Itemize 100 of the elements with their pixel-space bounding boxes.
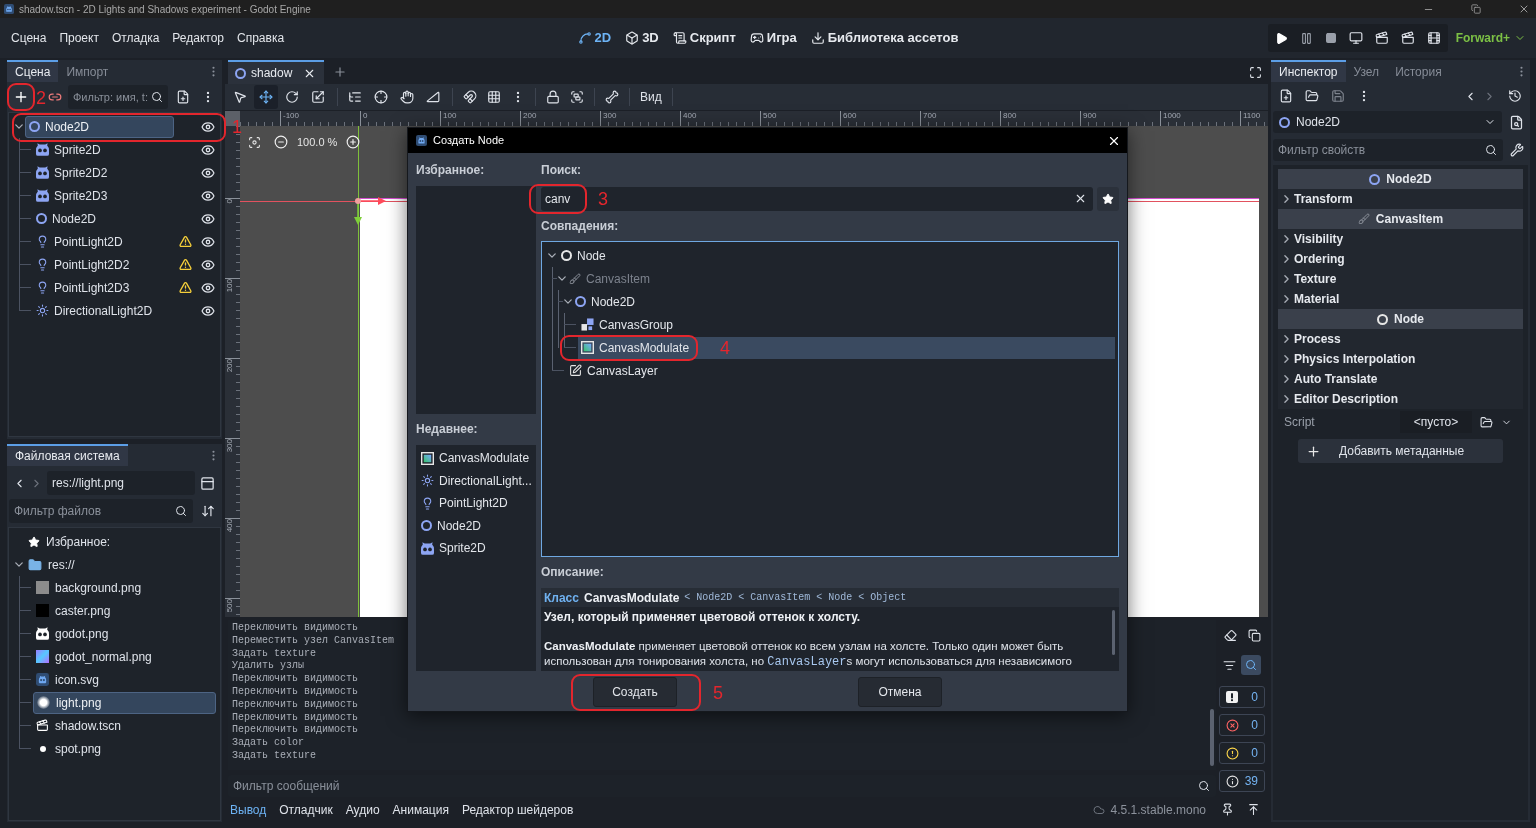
chevron-down-icon[interactable]	[548, 253, 556, 258]
eye-icon[interactable]	[201, 142, 215, 157]
group-icon[interactable]	[570, 90, 584, 104]
close-icon[interactable]	[1518, 3, 1530, 15]
dock-tab[interactable]: Файловая система	[7, 444, 128, 466]
tree-item[interactable]: godot_normal.png	[33, 645, 155, 668]
property-group[interactable]: Auto Translate	[1278, 369, 1523, 389]
clapperboard-icon[interactable]	[1400, 31, 1415, 45]
chevron-right-icon[interactable]	[1283, 255, 1289, 263]
view-menu[interactable]: Вид	[635, 86, 667, 108]
tree-item[interactable]: CanvasLayer	[566, 359, 661, 382]
folder-open-icon[interactable]	[1305, 89, 1319, 103]
dialog-button[interactable]: Отмена	[858, 677, 942, 707]
eye-icon[interactable]	[201, 234, 215, 249]
property-group[interactable]: Visibility	[1278, 229, 1523, 249]
filter-field[interactable]: Фильтр свойств	[1273, 139, 1503, 161]
message-filter-button[interactable]: 0	[1219, 714, 1265, 736]
workspace-tab[interactable]: Библиотека ассетов	[810, 28, 959, 48]
list-item[interactable]: Node2D	[419, 514, 482, 537]
tree-item[interactable]: spot.png	[33, 737, 105, 760]
chevron-right-icon[interactable]	[1283, 295, 1289, 303]
tree-item[interactable]: PointLight2D	[33, 230, 126, 253]
tree-item[interactable]: Node2D	[33, 207, 100, 230]
dock-tab[interactable]: Сцена	[7, 60, 59, 82]
tree-item[interactable]: Sprite2D	[33, 138, 104, 161]
object-selector[interactable]: Node2D	[1273, 111, 1502, 133]
pin-icon[interactable]	[1221, 803, 1234, 816]
panel-tab[interactable]: Анимация	[392, 800, 449, 819]
filter-field[interactable]: Фильтр: имя, t:	[68, 85, 168, 109]
arrow-up-to-line-icon[interactable]	[1247, 803, 1260, 816]
bone-icon[interactable]	[605, 90, 619, 104]
chevron-right-icon[interactable]	[1283, 335, 1289, 343]
tree-item[interactable]: Node2D	[25, 115, 174, 138]
tree-item[interactable]: Sprite2D3	[33, 184, 111, 207]
tree-item[interactable]: PointLight2D2	[33, 253, 133, 276]
property-value[interactable]: <пусто>	[1400, 411, 1472, 433]
panel-tab[interactable]: Редактор шейдеров	[461, 800, 574, 819]
chain-link-icon[interactable]	[48, 90, 62, 104]
warning-icon[interactable]	[178, 235, 192, 248]
scene-tab[interactable]: shadow	[228, 60, 325, 84]
folder-open-icon[interactable]	[1480, 415, 1493, 429]
clear-icon[interactable]	[1074, 192, 1087, 205]
workspace-tab[interactable]: Скрипт	[672, 28, 736, 48]
eye-icon[interactable]	[201, 280, 215, 295]
chevron-right-icon[interactable]	[1283, 375, 1289, 383]
copy-icon[interactable]	[1247, 628, 1261, 642]
property-group[interactable]: Physics Interpolation	[1278, 349, 1523, 369]
message-filter-button[interactable]: 0	[1219, 742, 1265, 764]
wrench-icon[interactable]	[1510, 143, 1524, 157]
menu-item[interactable]: Редактор	[172, 29, 224, 47]
zoom-in-icon[interactable]	[346, 135, 361, 150]
menu-item[interactable]: Отладка	[111, 29, 160, 47]
menu-item[interactable]: Проект	[59, 29, 99, 47]
renderer-dropdown[interactable]: Forward+	[1455, 29, 1526, 47]
dialog-button[interactable]: Создать	[593, 677, 677, 707]
dock-tab[interactable]: Инспектор	[1271, 60, 1346, 82]
chevron-right-icon[interactable]	[1283, 235, 1289, 243]
tree-item[interactable]: PointLight2D3	[33, 276, 133, 299]
fullscreen-icon[interactable]	[1249, 66, 1262, 79]
panel-tab[interactable]: Отладчик	[279, 800, 333, 819]
tree-item[interactable]: caster.png	[33, 599, 114, 622]
menu-item[interactable]: Сцена	[11, 29, 47, 47]
file-plus-icon[interactable]	[1279, 89, 1293, 103]
list-item[interactable]: DirectionalLight...	[419, 469, 532, 492]
file-plus-icon[interactable]	[176, 90, 190, 104]
eye-icon[interactable]	[201, 188, 215, 203]
save-icon[interactable]	[1331, 89, 1345, 103]
center-view-icon[interactable]	[248, 135, 261, 149]
favorite-button[interactable]	[1097, 187, 1119, 211]
tree-item[interactable]: background.png	[33, 576, 145, 599]
warning-icon[interactable]	[178, 258, 192, 271]
grid-icon[interactable]	[487, 90, 501, 104]
magnet-icon[interactable]	[463, 90, 477, 104]
message-filter-button[interactable]: 39	[1219, 770, 1265, 792]
list-item[interactable]: Sprite2D	[419, 537, 486, 560]
property-group[interactable]: Process	[1278, 329, 1523, 349]
eye-icon[interactable]	[201, 257, 215, 272]
chevron-right-icon[interactable]	[1283, 355, 1289, 363]
tree-item[interactable]: res://	[25, 553, 78, 576]
message-filter-button[interactable]: 0	[1219, 686, 1265, 708]
list-item[interactable]: PointLight2D	[419, 492, 508, 515]
tree-item[interactable]: godot.png	[33, 622, 112, 645]
workspace-tab[interactable]: 2D	[577, 28, 612, 48]
clapperboard-icon[interactable]	[1374, 31, 1389, 45]
stop-icon[interactable]	[1324, 32, 1337, 44]
chevron-down-icon[interactable]	[15, 562, 23, 567]
dock-tab[interactable]: История	[1387, 60, 1450, 82]
filter-icon[interactable]	[1223, 658, 1236, 672]
chevron-down-icon[interactable]	[15, 124, 23, 129]
add-metadata-button[interactable]: Добавить метаданные	[1298, 439, 1503, 463]
workspace-tab[interactable]: Игра	[749, 28, 797, 48]
tree-item[interactable]: shadow.tscn	[33, 714, 125, 737]
eye-icon[interactable]	[201, 303, 215, 318]
tree-item[interactable]: light.png	[33, 691, 216, 714]
tree-item[interactable]: Sprite2D2	[33, 161, 111, 184]
chevron-right-icon[interactable]	[1283, 275, 1289, 283]
filter-field[interactable]: Фильтр файлов	[9, 499, 193, 523]
property-group[interactable]: Texture	[1278, 269, 1523, 289]
tool-button[interactable]	[254, 85, 278, 109]
eraser-icon[interactable]	[1223, 628, 1237, 642]
